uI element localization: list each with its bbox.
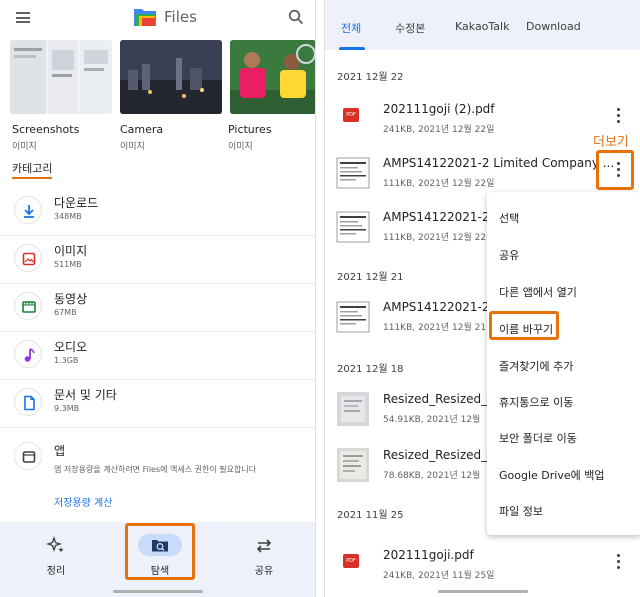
file-meta: 111KB, 2021년 12월 21 (383, 323, 487, 333)
menu-item-open-with[interactable]: 다른 앱에서 열기 (499, 284, 577, 300)
menu-item-drive-backup[interactable]: Google Drive에 백업 (499, 467, 604, 483)
document-thumbnail-icon (336, 211, 370, 243)
category-downloads[interactable]: 다운로드 348MB (0, 188, 315, 236)
pdf-badge: PDF (343, 554, 359, 568)
sparkle-icon (46, 536, 64, 553)
category-images[interactable]: 이미지 511MB (0, 236, 315, 284)
swap-arrows-icon (256, 539, 272, 553)
document-thumbnail-icon (336, 157, 370, 189)
audio-icon (14, 340, 42, 368)
search-icon[interactable] (288, 9, 304, 25)
pdf-file-icon: PDF (335, 546, 371, 584)
category-size: 67MB (54, 308, 77, 317)
category-size: 9.3MB (54, 404, 80, 413)
video-icon (14, 292, 42, 320)
nav-share[interactable]: 공유 (224, 522, 304, 597)
menu-item-file-info[interactable]: 파일 정보 (499, 503, 543, 519)
file-meta: 111KB, 2021년 12월 22일 (383, 179, 495, 189)
hamburger-menu-icon[interactable] (16, 12, 30, 23)
folder-thumbnails: Screenshots 이미지 Camera 이미지 Pictures 이미지 (10, 40, 315, 152)
browse-tab-highlight-box (125, 523, 195, 580)
nav-label: 정리 (46, 566, 66, 577)
category-title: 이미지 (54, 244, 88, 258)
category-size: 1.3GB (54, 356, 79, 365)
thumbnail-sub: 이미지 (228, 142, 253, 152)
file-name: 202111goji.pdf (383, 548, 474, 562)
category-size: 511MB (54, 260, 82, 269)
files-logo-icon (134, 9, 156, 26)
image-icon (14, 244, 42, 272)
active-tab-indicator (339, 47, 365, 50)
category-size: 앱 저장용량을 계산하려면 Files에 액세스 권한이 필요합니다 (54, 465, 257, 474)
thumbnail-label: Screenshots (12, 123, 80, 136)
thumbnail-label: Pictures (228, 123, 272, 136)
file-name: 202111goji (2).pdf (383, 102, 495, 116)
pdf-file-icon: PDF (335, 100, 371, 138)
file-meta: 78.68KB, 2021년 12월 (383, 471, 481, 481)
gesture-bar (438, 590, 528, 593)
menu-item-share[interactable]: 공유 (499, 247, 519, 263)
file-row[interactable]: PDF 202111goji.pdf 241KB, 2021년 11월 25일 (325, 540, 640, 592)
filter-tabs: 전체 수정본 KakaoTalk Download (325, 0, 640, 50)
date-header: 2021 12월 21 (337, 272, 404, 283)
menu-item-add-favorite[interactable]: 즐겨찾기에 추가 (499, 358, 573, 374)
screenshots-thumbnail[interactable] (10, 40, 112, 114)
image-thumbnail-icon (337, 448, 369, 482)
date-header: 2021 12월 18 (337, 364, 404, 375)
more-options-icon[interactable] (615, 554, 621, 572)
tab-edited[interactable]: 수정본 (395, 20, 425, 36)
tab-download[interactable]: Download (526, 20, 581, 33)
calculate-storage-link[interactable]: 저장용량 계산 (54, 494, 112, 509)
category-size: 348MB (54, 212, 82, 221)
camera-thumbnail[interactable] (120, 40, 222, 114)
more-button-highlight-box (596, 150, 634, 190)
gesture-bar (113, 590, 203, 593)
app-icon (14, 442, 42, 470)
file-meta: 54.91KB, 2021년 12월 (383, 415, 481, 425)
category-title: 오디오 (54, 340, 88, 354)
thumbnail-sub: 이미지 (12, 142, 37, 152)
thumbnail-sub: 이미지 (120, 142, 145, 152)
category-apps[interactable]: 앱 앱 저장용량을 계산하려면 Files에 액세스 권한이 필요합니다 (0, 436, 315, 484)
file-list-screen: 전체 수정본 KakaoTalk Download 2021 12월 22 PD… (324, 0, 640, 597)
file-name: Resized_Resized_2 (383, 448, 495, 462)
files-browse-screen: Files Screenshots 이미지 Camera 이미지 Picture… (0, 0, 316, 597)
download-icon (14, 196, 42, 224)
category-videos[interactable]: 동영상 67MB (0, 284, 315, 332)
category-audio[interactable]: 오디오 1.3GB (0, 332, 315, 380)
category-title: 앱 (54, 444, 66, 458)
date-header: 2021 11월 25 (337, 510, 404, 521)
more-annotation-label: 더보기 (593, 135, 629, 150)
category-heading: 카테고리 (12, 160, 53, 179)
pdf-badge: PDF (343, 108, 359, 122)
tab-kakaotalk[interactable]: KakaoTalk (455, 20, 509, 33)
more-options-icon[interactable] (615, 108, 621, 126)
rename-highlight-box (489, 311, 559, 340)
file-meta: 111KB, 2021년 12월 22 (383, 233, 487, 243)
nav-label: 공유 (254, 566, 274, 577)
file-name: Resized_Resized_2 (383, 392, 495, 406)
date-header: 2021 12월 22 (337, 72, 404, 83)
tab-all[interactable]: 전체 (341, 20, 361, 36)
nav-clean[interactable]: 정리 (16, 522, 96, 597)
file-meta: 241KB, 2021년 12월 22일 (383, 125, 495, 135)
document-icon (14, 388, 42, 416)
image-thumbnail-icon (337, 392, 369, 426)
category-title: 동영상 (54, 292, 88, 306)
menu-item-trash[interactable]: 휴지통으로 이동 (499, 394, 573, 410)
thumbnail-label: Camera (120, 123, 164, 136)
file-name: AMPS14122021-2 Limited Company ... (383, 156, 615, 170)
category-title: 문서 및 기타 (54, 388, 117, 402)
document-thumbnail-icon (336, 301, 370, 333)
category-documents[interactable]: 문서 및 기타 9.3MB (0, 380, 315, 428)
file-meta: 241KB, 2021년 11월 25일 (383, 571, 495, 581)
app-title: Files (164, 8, 197, 26)
file-context-menu: 선택 공유 다른 앱에서 열기 이름 바꾸기 즐겨찾기에 추가 휴지통으로 이동… (487, 192, 640, 535)
pictures-thumbnail[interactable] (230, 40, 315, 114)
top-app-bar: Files (0, 0, 315, 36)
menu-item-secure-folder[interactable]: 보안 폴더로 이동 (499, 430, 577, 446)
category-title: 다운로드 (54, 196, 99, 210)
menu-item-select[interactable]: 선택 (499, 210, 519, 226)
